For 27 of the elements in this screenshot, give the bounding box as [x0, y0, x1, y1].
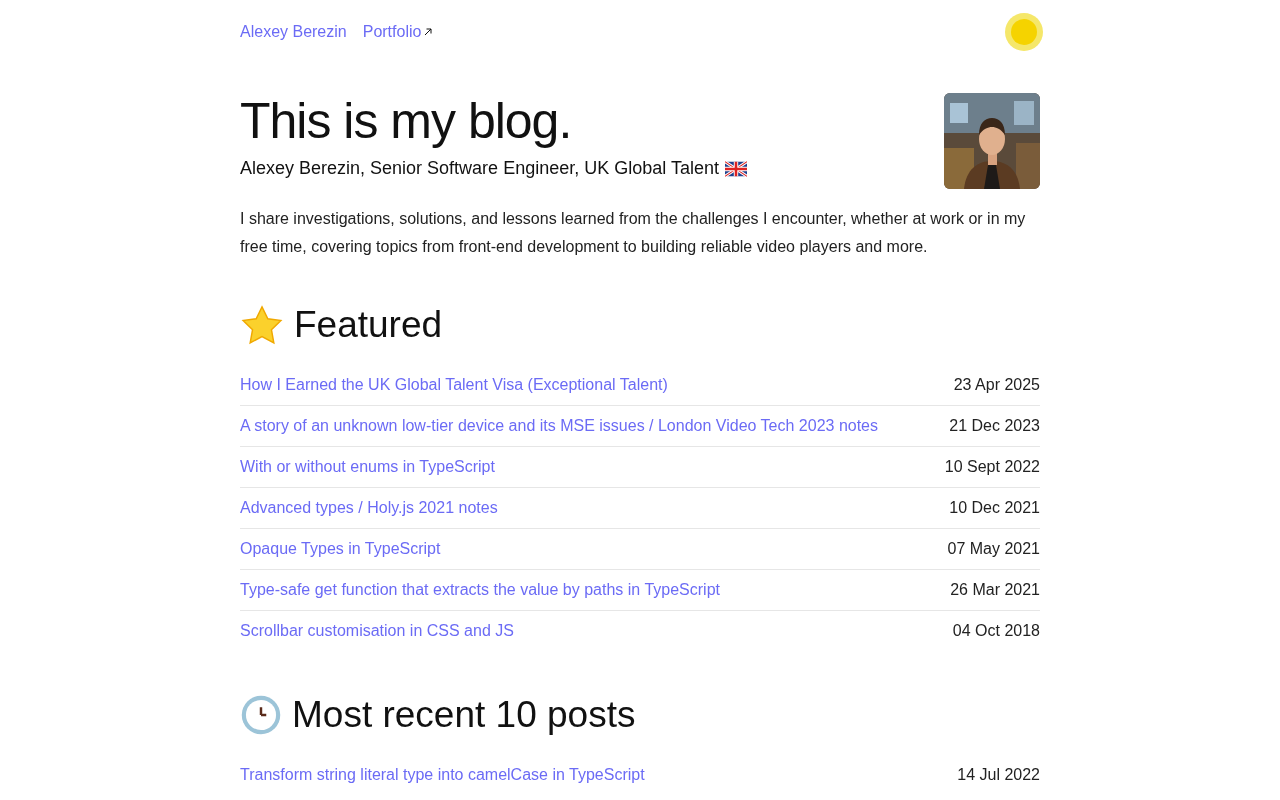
post-date: 07 May 2021: [947, 540, 1040, 558]
post-date: 26 Mar 2021: [950, 581, 1040, 599]
post-date: 04 Oct 2018: [952, 622, 1040, 640]
post-link[interactable]: Advanced types / Holy.js 2021 notes: [240, 499, 498, 517]
blog-title: This is my blog.: [240, 93, 573, 149]
post-link[interactable]: Scrollbar customisation in CSS and JS: [240, 622, 514, 640]
post-link[interactable]: With or without enums in TypeScript: [240, 458, 495, 476]
star-icon: [240, 305, 284, 345]
post-link[interactable]: Opaque Types in TypeScript: [240, 540, 441, 558]
post-link[interactable]: A story of an unknown low-tier device and its MSE issues / London Video Tech 2023 notes: [240, 417, 878, 435]
post-date: 21 Dec 2023: [949, 417, 1040, 435]
external-link-icon: [424, 28, 433, 36]
section-heading: Featured: [294, 303, 443, 347]
nav-link[interactable]: Portfolio: [362, 23, 433, 41]
section-heading: Most recent 10 posts: [292, 693, 636, 737]
post-date: 10 Dec 2021: [949, 499, 1040, 517]
intro-paragraph: I share investigations, solutions, and lessons learned from the challenges I encounter, whether at work or in my free time, covering topics from front-end development to building reliable video players and more.: [240, 209, 1027, 257]
post-date: 14 Jul 2022: [957, 766, 1040, 784]
post-date: 10 Sept 2022: [944, 458, 1040, 476]
author-subtitle: Alexey Berezin, Senior Software Engineer, UK Global Talent: [240, 158, 719, 179]
post-link[interactable]: How I Earned the UK Global Talent Visa (Exceptional Talent): [240, 376, 668, 394]
post-link[interactable]: Transform string literal type into camelCase in TypeScript: [240, 766, 645, 784]
post-date: 23 Apr 2025: [953, 376, 1040, 394]
nav-link[interactable]: Alexey Berezin: [240, 23, 347, 41]
clock-icon: [240, 694, 282, 736]
theme-toggle-button[interactable]: [1005, 13, 1043, 51]
post-link[interactable]: Type-safe get function that extracts the value by paths in TypeScript: [240, 581, 720, 599]
